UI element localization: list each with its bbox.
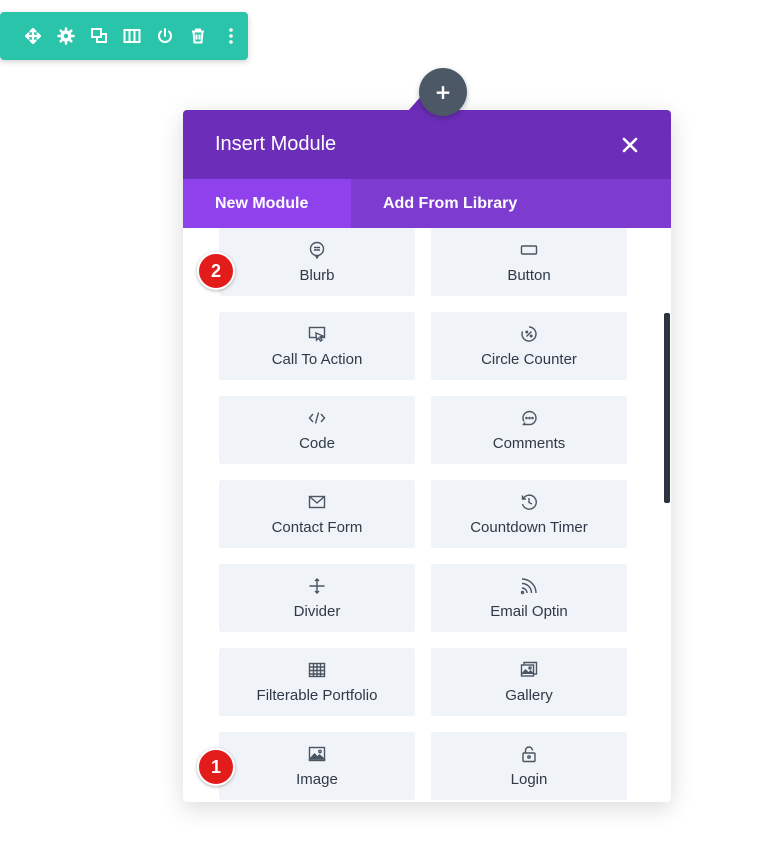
call-to-action-icon — [308, 325, 326, 343]
more-icon[interactable] — [215, 12, 248, 60]
modal-header: Insert Module — [183, 110, 671, 179]
image-icon — [308, 745, 326, 763]
comments-icon — [520, 409, 538, 427]
module-login[interactable]: Login — [431, 732, 627, 800]
module-label: Call To Action — [271, 350, 363, 368]
module-label: Email Optin — [490, 602, 568, 620]
login-icon — [520, 745, 538, 763]
module-label: Filterable Portfolio — [256, 686, 378, 704]
gallery-icon — [520, 661, 538, 679]
module-circle-counter[interactable]: Circle Counter — [431, 312, 627, 380]
module-code[interactable]: Code — [219, 396, 415, 464]
close-icon — [622, 137, 638, 152]
modal-title: Insert Module — [215, 133, 337, 155]
module-label: Divider — [293, 602, 341, 620]
delete-icon[interactable] — [182, 12, 215, 60]
module-label: Contact Form — [271, 518, 363, 536]
tab-add-from-library[interactable]: Add From Library — [351, 179, 549, 228]
module-comments[interactable]: Comments — [431, 396, 627, 464]
divider-icon — [308, 577, 326, 595]
code-icon — [308, 409, 326, 427]
annotation-badge-1: 1 — [197, 748, 235, 786]
annotation-badge-2: 2 — [197, 252, 235, 290]
add-module-button[interactable]: + — [419, 68, 467, 116]
columns-icon[interactable] — [115, 12, 148, 60]
module-image[interactable]: Image — [219, 732, 415, 800]
tab-new-module[interactable]: New Module — [183, 179, 351, 228]
insert-module-modal: Insert Module New Module Add From Librar… — [183, 110, 671, 802]
module-label: Blurb — [299, 266, 335, 284]
plus-icon: + — [434, 80, 452, 104]
filterable-portfolio-icon — [308, 661, 326, 679]
move-icon[interactable] — [16, 12, 49, 60]
module-label: Code — [299, 434, 335, 452]
module-filterable-portfolio[interactable]: Filterable Portfolio — [219, 648, 415, 716]
module-button[interactable]: Button — [431, 228, 627, 296]
modal-tabs: New Module Add From Library — [183, 179, 671, 228]
module-email-optin[interactable]: Email Optin — [431, 564, 627, 632]
email-optin-icon — [520, 577, 538, 595]
modal-scrollbar[interactable] — [664, 313, 670, 503]
module-grid: Blurb Button Call To Action Circle Count… — [219, 228, 627, 800]
blurb-icon — [308, 241, 326, 259]
module-gallery[interactable]: Gallery — [431, 648, 627, 716]
duplicate-icon[interactable] — [82, 12, 115, 60]
row-toolbar — [0, 12, 248, 60]
button-icon — [520, 241, 538, 259]
contact-form-icon — [308, 493, 326, 511]
module-label: Button — [507, 266, 551, 284]
circle-counter-icon — [520, 325, 538, 343]
module-blurb[interactable]: Blurb — [219, 228, 415, 296]
close-button[interactable] — [619, 134, 641, 156]
module-contact-form[interactable]: Contact Form — [219, 480, 415, 548]
module-divider[interactable]: Divider — [219, 564, 415, 632]
module-label: Comments — [492, 434, 566, 452]
module-countdown-timer[interactable]: Countdown Timer — [431, 480, 627, 548]
settings-icon[interactable] — [49, 12, 82, 60]
countdown-timer-icon — [520, 493, 538, 511]
module-call-to-action[interactable]: Call To Action — [219, 312, 415, 380]
module-label: Countdown Timer — [470, 518, 588, 536]
module-label: Login — [510, 770, 548, 788]
save-icon[interactable] — [149, 12, 182, 60]
module-label: Gallery — [505, 686, 553, 704]
module-label: Circle Counter — [481, 350, 577, 368]
module-label: Image — [296, 770, 338, 788]
